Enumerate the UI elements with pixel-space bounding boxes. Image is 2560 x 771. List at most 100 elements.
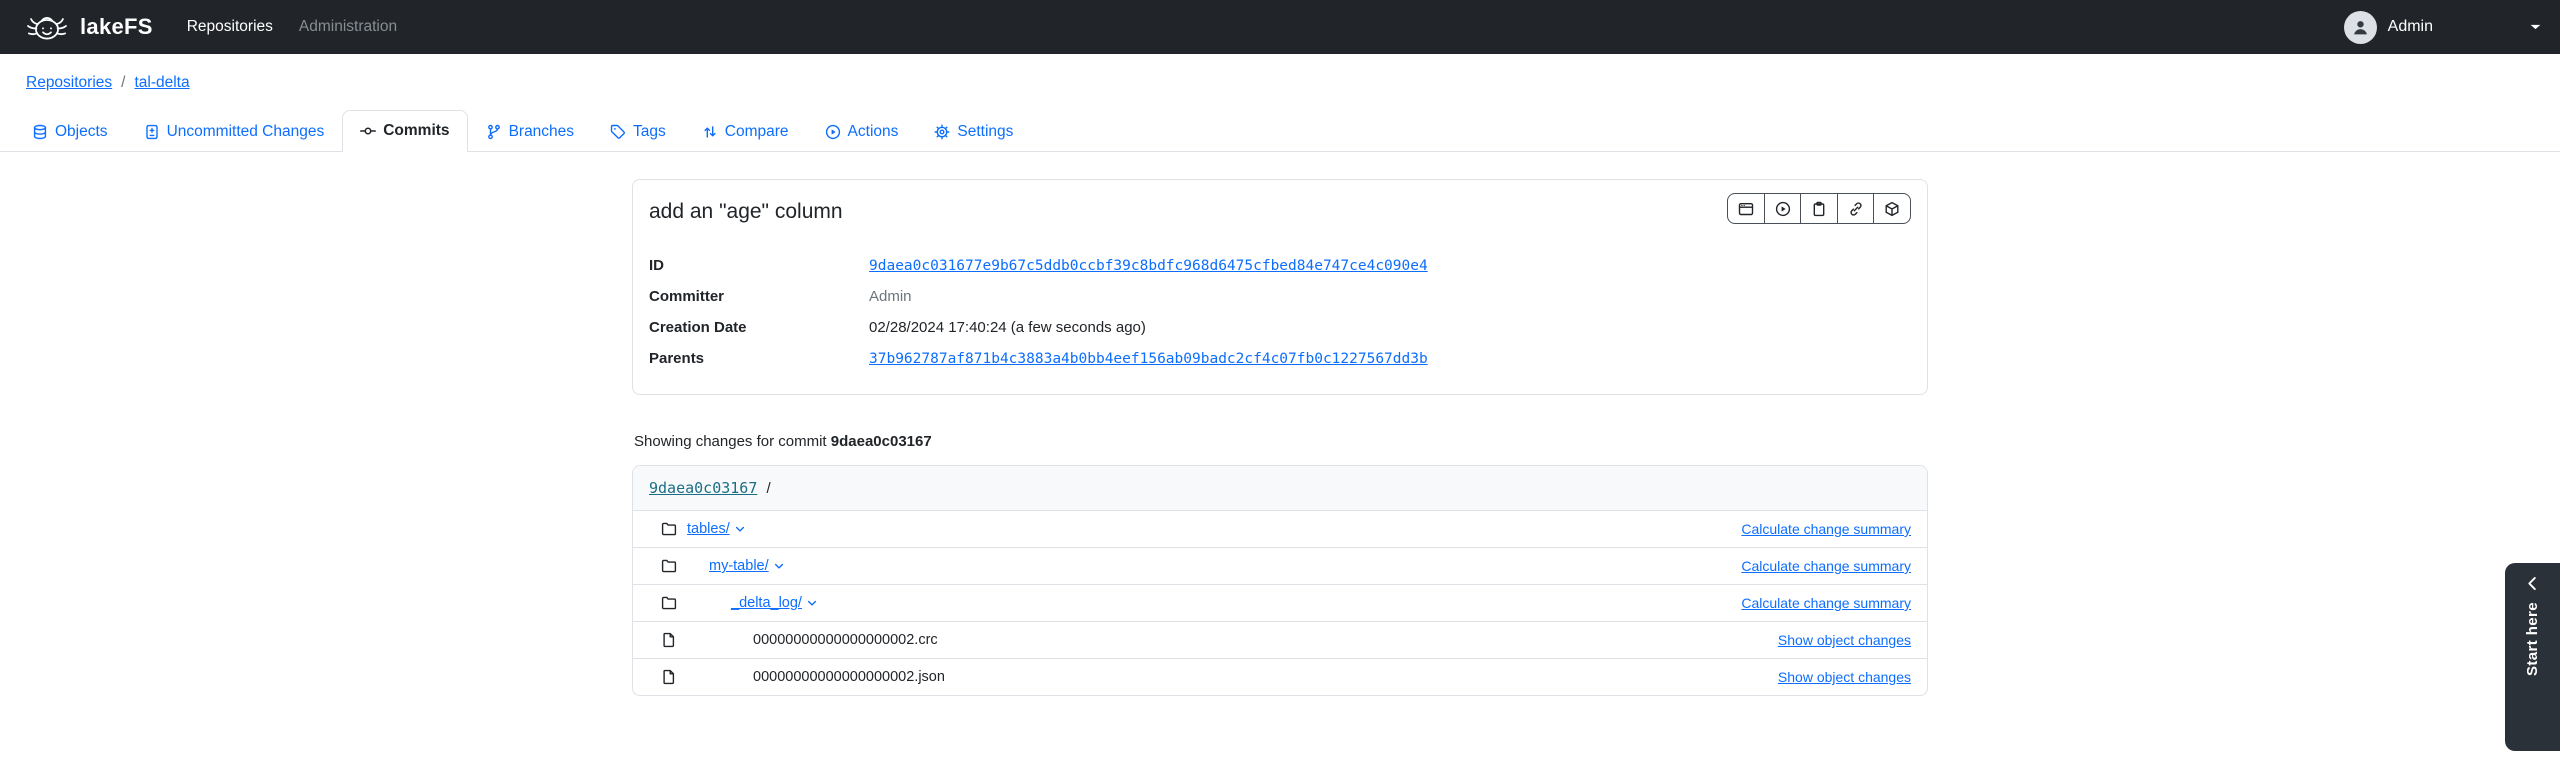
user-avatar bbox=[2344, 11, 2377, 44]
brand-name: lakeFS bbox=[80, 14, 153, 40]
folder-icon bbox=[661, 521, 677, 537]
tag-icon bbox=[610, 124, 626, 140]
folder-icon bbox=[661, 558, 677, 574]
calculate-change-summary-link[interactable]: Calculate change summary bbox=[1741, 595, 1911, 611]
file-icon bbox=[661, 669, 677, 685]
database-icon bbox=[32, 124, 48, 140]
meta-row-committer: Committer Admin bbox=[649, 281, 1911, 312]
person-icon bbox=[2351, 18, 2370, 37]
meta-label: Committer bbox=[649, 288, 869, 305]
meta-row-creation-date: Creation Date 02/28/2024 17:40:24 (a few… bbox=[649, 312, 1911, 343]
chevron-down-icon bbox=[734, 523, 746, 535]
file-name: 00000000000000000002.crc bbox=[753, 632, 938, 648]
chevron-left-icon bbox=[2524, 575, 2541, 592]
tab-label: Compare bbox=[725, 123, 789, 141]
showing-changes-commit: 9daea0c03167 bbox=[831, 433, 932, 450]
lakefs-brand[interactable]: lakeFS bbox=[24, 11, 153, 44]
showing-changes-prefix: Showing changes for commit bbox=[634, 433, 827, 450]
navbar-link-repositories[interactable]: Repositories bbox=[187, 18, 273, 36]
repository-tabs: Objects Uncommitted Changes Commits Bran… bbox=[0, 102, 2560, 152]
commit-id-link[interactable]: 9daea0c031677e9b67c5ddb0ccbf39c8bdfc968d… bbox=[869, 258, 1428, 274]
breadcrumb-repositories-link[interactable]: Repositories bbox=[26, 74, 112, 92]
parent-commit-link[interactable]: 37b962787af871b4c3883a4b0bb4eef156ab09ba… bbox=[869, 351, 1428, 367]
creation-date-value: 02/28/2024 17:40:24 (a few seconds ago) bbox=[869, 319, 1146, 336]
chevron-down-icon bbox=[773, 560, 785, 572]
start-here-label: Start here bbox=[2524, 602, 2541, 676]
meta-label: Parents bbox=[649, 350, 869, 367]
folder-link[interactable]: _delta_log/ bbox=[731, 595, 802, 611]
tab-objects[interactable]: Objects bbox=[14, 111, 126, 152]
copy-link-button[interactable] bbox=[1837, 193, 1875, 224]
user-menu[interactable]: Admin bbox=[2344, 11, 2433, 44]
clipboard-icon bbox=[1811, 201, 1827, 217]
tab-label: Tags bbox=[633, 123, 666, 141]
commit-message-title: add an "age" column bbox=[649, 193, 843, 224]
chevron-down-icon bbox=[806, 597, 818, 609]
breadcrumb-repo-link[interactable]: tal-delta bbox=[134, 74, 189, 92]
folder-icon bbox=[661, 595, 677, 611]
path-separator: / bbox=[767, 480, 771, 497]
tab-settings[interactable]: Settings bbox=[916, 111, 1031, 152]
start-here-panel-toggle[interactable]: Start here bbox=[2505, 563, 2560, 751]
file-icon bbox=[661, 632, 677, 648]
main-content: add an "age" column bbox=[632, 179, 1928, 696]
meta-label: Creation Date bbox=[649, 319, 869, 336]
user-name: Admin bbox=[2388, 18, 2433, 36]
calculate-change-summary-link[interactable]: Calculate change summary bbox=[1741, 558, 1911, 574]
showing-changes-text: Showing changes for commit 9daea0c03167 bbox=[634, 433, 1926, 450]
caret-down-icon[interactable] bbox=[2529, 22, 2542, 32]
changes-table-card: 9daea0c03167 / tables/ Calculate change … bbox=[632, 465, 1928, 696]
tab-label: Settings bbox=[957, 123, 1013, 141]
gear-icon bbox=[934, 124, 950, 140]
tab-label: Commits bbox=[383, 122, 449, 140]
tab-label: Uncommitted Changes bbox=[167, 123, 325, 141]
committer-value: Admin bbox=[869, 288, 912, 305]
git-branch-icon bbox=[486, 124, 502, 140]
change-row-tables: tables/ Calculate change summary bbox=[633, 511, 1927, 548]
tab-label: Objects bbox=[55, 123, 108, 141]
meta-row-parents: Parents 37b962787af871b4c3883a4b0bb4eef1… bbox=[649, 343, 1911, 374]
play-circle-icon bbox=[825, 124, 841, 140]
git-commit-icon bbox=[360, 123, 376, 139]
show-object-changes-link[interactable]: Show object changes bbox=[1778, 669, 1911, 685]
browser-icon bbox=[1738, 201, 1754, 217]
file-diff-icon bbox=[144, 124, 160, 140]
commit-short-link[interactable]: 9daea0c03167 bbox=[649, 479, 757, 497]
copy-id-button[interactable] bbox=[1800, 193, 1838, 224]
run-actions-button[interactable] bbox=[1764, 193, 1802, 224]
meta-label: ID bbox=[649, 257, 869, 274]
lakefs-axolotl-logo-icon bbox=[24, 11, 70, 44]
meta-row-id: ID 9daea0c031677e9b67c5ddb0ccbf39c8bdfc9… bbox=[649, 250, 1911, 281]
breadcrumb-separator: / bbox=[121, 74, 125, 92]
change-row-my-table: my-table/ Calculate change summary bbox=[633, 548, 1927, 585]
calculate-change-summary-link[interactable]: Calculate change summary bbox=[1741, 521, 1911, 537]
tab-label: Branches bbox=[509, 123, 574, 141]
tab-commits[interactable]: Commits bbox=[342, 110, 467, 152]
change-row-crc-file: 00000000000000000002.crc Show object cha… bbox=[633, 622, 1927, 659]
commit-action-buttons bbox=[1727, 193, 1911, 224]
breadcrumb: Repositories / tal-delta bbox=[0, 54, 2560, 102]
change-row-json-file: 00000000000000000002.json Show object ch… bbox=[633, 659, 1927, 695]
show-object-changes-link[interactable]: Show object changes bbox=[1778, 632, 1911, 648]
tab-actions[interactable]: Actions bbox=[807, 111, 917, 152]
file-name: 00000000000000000002.json bbox=[753, 669, 945, 685]
git-compare-icon bbox=[702, 124, 718, 140]
copy-uri-button[interactable] bbox=[1873, 193, 1911, 224]
folder-link[interactable]: tables/ bbox=[687, 521, 730, 537]
changes-table-header: 9daea0c03167 / bbox=[633, 466, 1927, 511]
navbar-link-administration[interactable]: Administration bbox=[299, 18, 397, 36]
commit-metadata: ID 9daea0c031677e9b67c5ddb0ccbf39c8bdfc9… bbox=[649, 250, 1911, 374]
link-icon bbox=[1848, 201, 1864, 217]
tab-uncommitted-changes[interactable]: Uncommitted Changes bbox=[126, 111, 343, 152]
tab-branches[interactable]: Branches bbox=[468, 111, 592, 152]
play-circle-icon bbox=[1775, 201, 1791, 217]
tab-tags[interactable]: Tags bbox=[592, 111, 684, 152]
package-icon bbox=[1884, 201, 1900, 217]
browse-objects-button[interactable] bbox=[1727, 193, 1765, 224]
tab-compare[interactable]: Compare bbox=[684, 111, 807, 152]
tab-label: Actions bbox=[848, 123, 899, 141]
change-row-delta-log: _delta_log/ Calculate change summary bbox=[633, 585, 1927, 622]
top-navbar: lakeFS Repositories Administration Admin bbox=[0, 0, 2560, 54]
commit-info-card: add an "age" column bbox=[632, 179, 1928, 395]
folder-link[interactable]: my-table/ bbox=[709, 558, 769, 574]
